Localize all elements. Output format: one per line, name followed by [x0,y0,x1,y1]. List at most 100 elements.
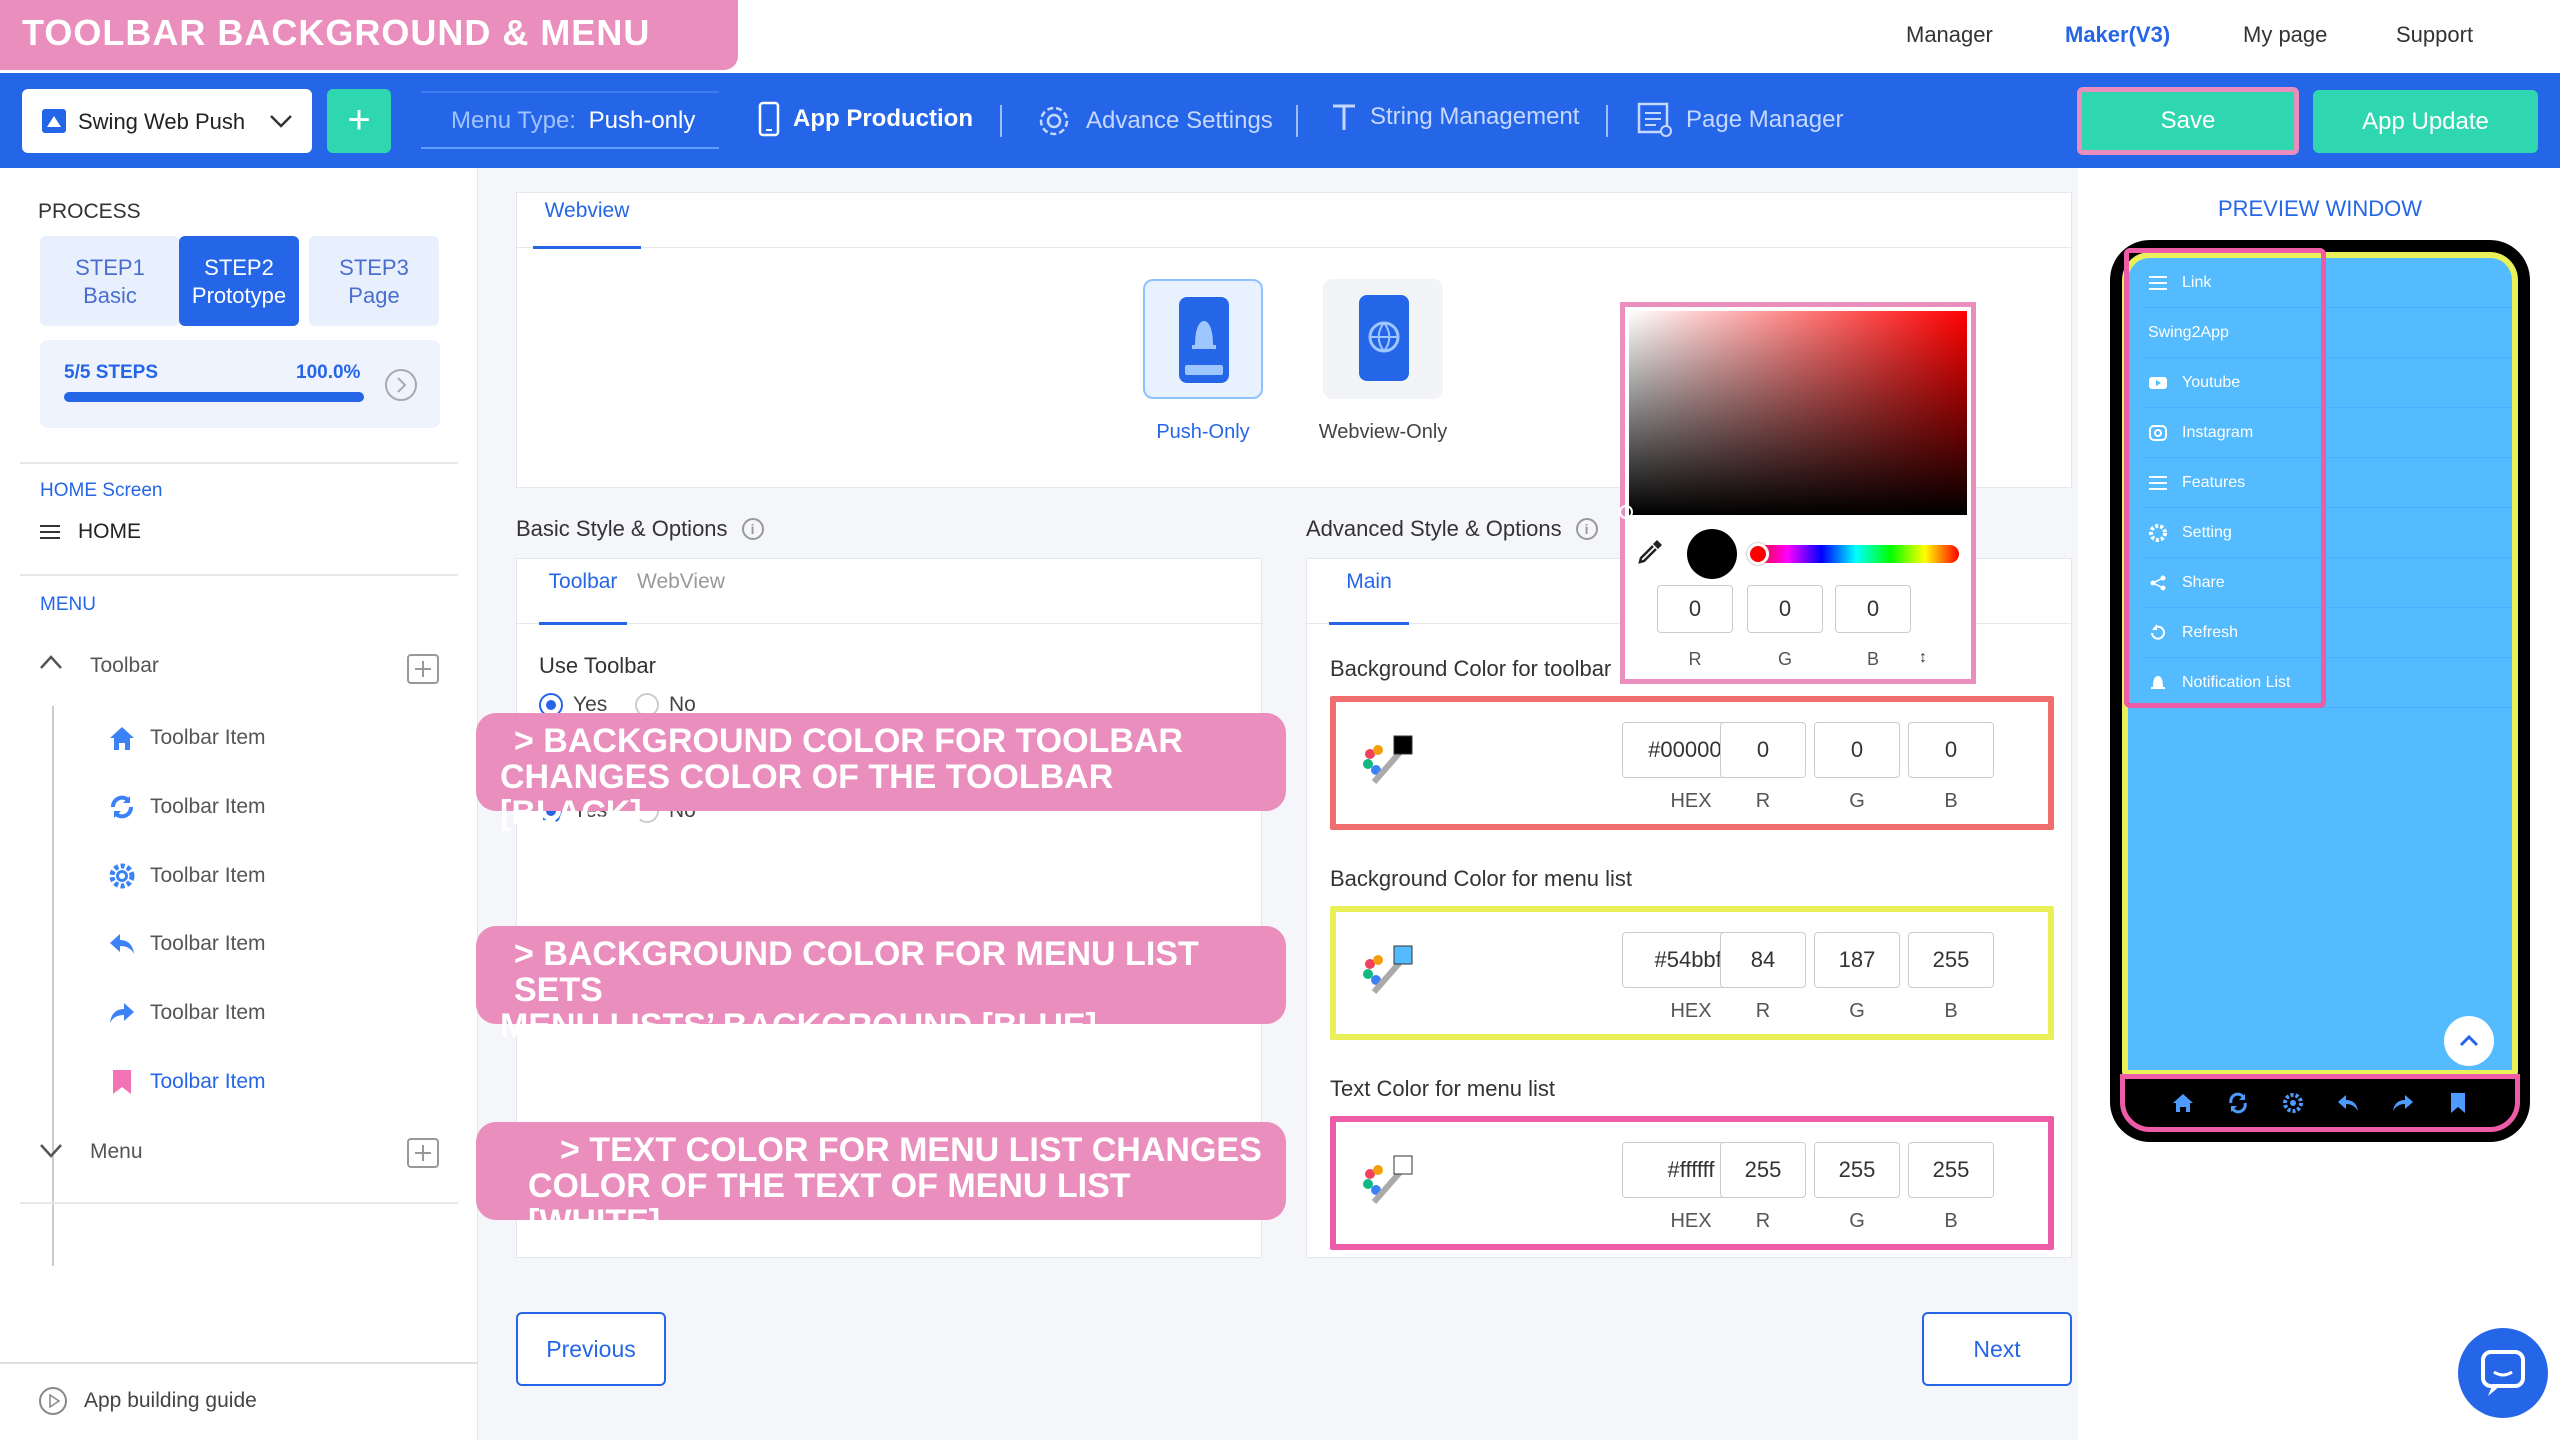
annotation-menu-text-color: > TEXT COLOR FOR MENU LIST CHANGES COLOR… [476,1122,1286,1240]
current-color-swatch [1687,529,1737,579]
chevron-up-icon[interactable] [38,652,64,672]
r-label: R [1755,1210,1771,1232]
color-wheel-icon[interactable] [1356,1150,1416,1210]
toolbar-item-forward[interactable]: Toolbar Item [108,999,266,1027]
app-building-guide-link[interactable]: App building guide [38,1386,257,1416]
format-toggle-icon[interactable]: ↕ [1919,649,1927,667]
step2-subtitle: Prototype [191,283,287,308]
info-icon[interactable]: i [1575,518,1598,540]
add-toolbar-item-icon[interactable] [406,653,440,685]
next-button[interactable]: Next [1922,1312,2072,1386]
color-wheel-icon[interactable] [1356,940,1416,1000]
step1-subtitle: Basic [83,283,137,308]
tab-webview-style[interactable]: WebView [637,559,725,605]
gear-icon [2282,1092,2304,1114]
chat-icon [2481,1350,2525,1396]
toolbar-item-settings[interactable]: Toolbar Item [108,862,266,890]
r-input[interactable]: 0 [1720,722,1806,778]
menu-group-label[interactable]: Menu [90,1140,143,1164]
info-icon[interactable]: i [741,518,764,540]
forward-arrow-icon [2392,1092,2414,1114]
toolbar-item-label: Toolbar Item [150,932,266,955]
r-input[interactable]: 255 [1720,1142,1806,1198]
divider [20,462,458,464]
tree-line [52,706,54,1266]
advance-settings-label: Advance Settings [1086,107,1273,134]
picker-b-label: B [1866,649,1879,669]
step1-button[interactable]: STEP1 Basic [40,236,180,326]
add-app-button[interactable]: + [327,89,391,153]
b-input[interactable]: 255 [1908,932,1994,988]
scroll-top-button[interactable] [2444,1016,2494,1066]
tab-toolbar[interactable]: Toolbar [539,559,627,625]
toolbar-item-refresh[interactable]: Toolbar Item [108,793,266,821]
webview-only-option[interactable] [1323,279,1443,399]
home-screen-label: HOME Screen [40,480,163,501]
annotation-line: > BACKGROUND COLOR FOR TOOLBAR [514,722,1183,760]
tab-webview[interactable]: Webview [533,193,641,249]
saturation-area[interactable] [1629,311,1967,515]
save-button[interactable]: Save [2077,87,2299,155]
step3-button[interactable]: STEP3 Page [309,236,439,326]
chevron-down-icon[interactable] [38,1140,64,1160]
push-only-option[interactable] [1143,279,1263,399]
color-wheel-icon[interactable] [1356,730,1416,790]
hue-slider[interactable] [1753,545,1959,563]
picker-g-input[interactable]: 0 [1747,585,1823,633]
nav-manager[interactable]: Manager [1906,22,1993,48]
picker-r-input[interactable]: 0 [1657,585,1733,633]
previous-button[interactable]: Previous [516,1312,666,1386]
b-label: B [1944,1210,1958,1232]
app-production-tab[interactable]: App Production [757,101,973,137]
saturation-handle[interactable] [1619,505,1633,519]
home-item[interactable]: HOME [40,520,141,544]
tab-main[interactable]: Main [1329,559,1409,625]
nav-maker[interactable]: Maker(V3) [2065,22,2170,48]
g-input[interactable]: 0 [1814,722,1900,778]
divider [0,1362,478,1364]
step1-title: STEP1 [75,255,145,280]
title-banner: TOOLBAR BACKGROUND & MENU COLOR [0,0,738,119]
picker-b-input[interactable]: 0 [1835,585,1911,633]
g-input[interactable]: 187 [1814,932,1900,988]
progress-fill [64,392,364,402]
toolbar-divider [1296,105,1298,137]
app-select-dropdown[interactable]: Swing Web Push [22,89,312,153]
color-picker-popup[interactable]: 0 0 0 R G B ↕ [1619,302,1976,684]
menu-text-highlight [2124,248,2326,708]
r-input[interactable]: 84 [1720,932,1806,988]
b-input[interactable]: 0 [1908,722,1994,778]
toolbar-group-label[interactable]: Toolbar [90,654,159,678]
add-menu-item-icon[interactable] [406,1137,440,1169]
toolbar-item-label: Toolbar Item [150,864,266,887]
toolbar-item-label: Toolbar Item [150,795,266,818]
webview-only-label: Webview-Only [1318,421,1448,443]
preview-title: PREVIEW WINDOW [2217,196,2423,221]
page-manager-tab[interactable]: Page Manager [1636,101,1843,139]
step3-title: STEP3 [339,255,409,280]
color-row-label: Background Color for toolbar [1330,656,1612,681]
menu-type-indicator[interactable]: Menu Type: Push-only [421,91,719,149]
arrow-right-circle-icon[interactable] [384,368,418,402]
toolbar-divider [1606,105,1608,137]
string-management-label: String Management [1370,103,1580,130]
advance-settings-tab[interactable]: Advance Settings [1034,101,1273,141]
toolbar-item-home[interactable]: Toolbar Item [108,724,266,752]
hue-handle[interactable] [1747,543,1769,565]
nav-my-page[interactable]: My page [2243,22,2327,48]
step2-button[interactable]: STEP2 Prototype [179,236,299,326]
eyedropper-icon[interactable] [1637,537,1665,565]
string-management-tab[interactable]: String Management [1330,101,1579,133]
annotation-line: MENU LISTS’ BACKGROUND [BLUE] [500,1007,1097,1045]
app-update-button[interactable]: App Update [2313,90,2538,153]
toolbar-item-back[interactable]: Toolbar Item [108,930,266,958]
b-input[interactable]: 255 [1908,1142,1994,1198]
toolbar-item-bookmark[interactable]: Toolbar Item [108,1068,266,1096]
g-input[interactable]: 255 [1814,1142,1900,1198]
forward-arrow-icon [108,999,136,1027]
main-toolbar: Swing Web Push + Menu Type: Push-only Ap… [0,73,2560,168]
r-label: R [1755,790,1771,812]
nav-support[interactable]: Support [2396,22,2473,48]
tab-divider [517,623,1263,624]
chat-support-button[interactable] [2458,1328,2548,1418]
